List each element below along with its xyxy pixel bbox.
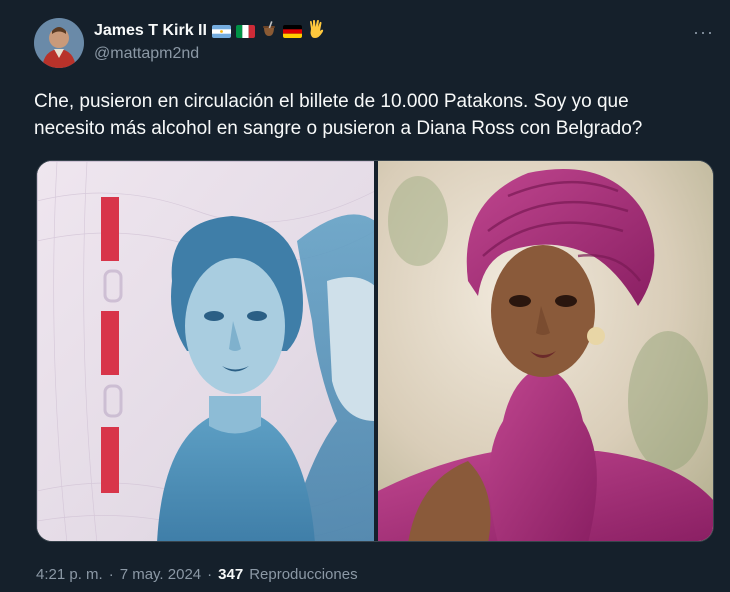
flag-germany-icon <box>282 24 302 38</box>
banknote-photo[interactable] <box>37 161 374 541</box>
author-handle[interactable]: @mattapm2nd <box>94 45 325 63</box>
mate-icon <box>260 20 278 43</box>
views-count[interactable]: 347 <box>218 566 243 583</box>
author-name[interactable]: James T Kirk II <box>94 22 207 40</box>
vulcan-salute-icon <box>307 19 325 44</box>
media-grid[interactable] <box>36 160 714 542</box>
banknote-image <box>37 161 374 541</box>
separator: · <box>207 566 213 583</box>
avatar[interactable] <box>34 18 84 68</box>
portrait-image <box>378 161 713 541</box>
flag-argentina-icon <box>211 24 231 38</box>
flag-italy-icon <box>235 24 255 38</box>
avatar-image <box>34 18 84 68</box>
tweet-time[interactable]: 4:21 p. m. <box>36 566 103 583</box>
tweet-card: James T Kirk II @mattapm2nd ··· Che, pus… <box>0 0 730 592</box>
views-label[interactable]: Reproducciones <box>249 566 357 583</box>
tweet-footer: 4:21 p. m. · 7 may. 2024 · 347 Reproducc… <box>36 566 358 583</box>
more-options-button[interactable]: ··· <box>693 22 714 43</box>
author-block: James T Kirk II @mattapm2nd <box>94 19 325 63</box>
tweet-text: Che, pusieron en circulación el billete … <box>34 91 643 139</box>
separator: · <box>108 566 114 583</box>
author-name-row[interactable]: James T Kirk II <box>94 19 325 44</box>
tweet-date[interactable]: 7 may. 2024 <box>120 566 201 583</box>
portrait-photo[interactable] <box>378 161 713 541</box>
